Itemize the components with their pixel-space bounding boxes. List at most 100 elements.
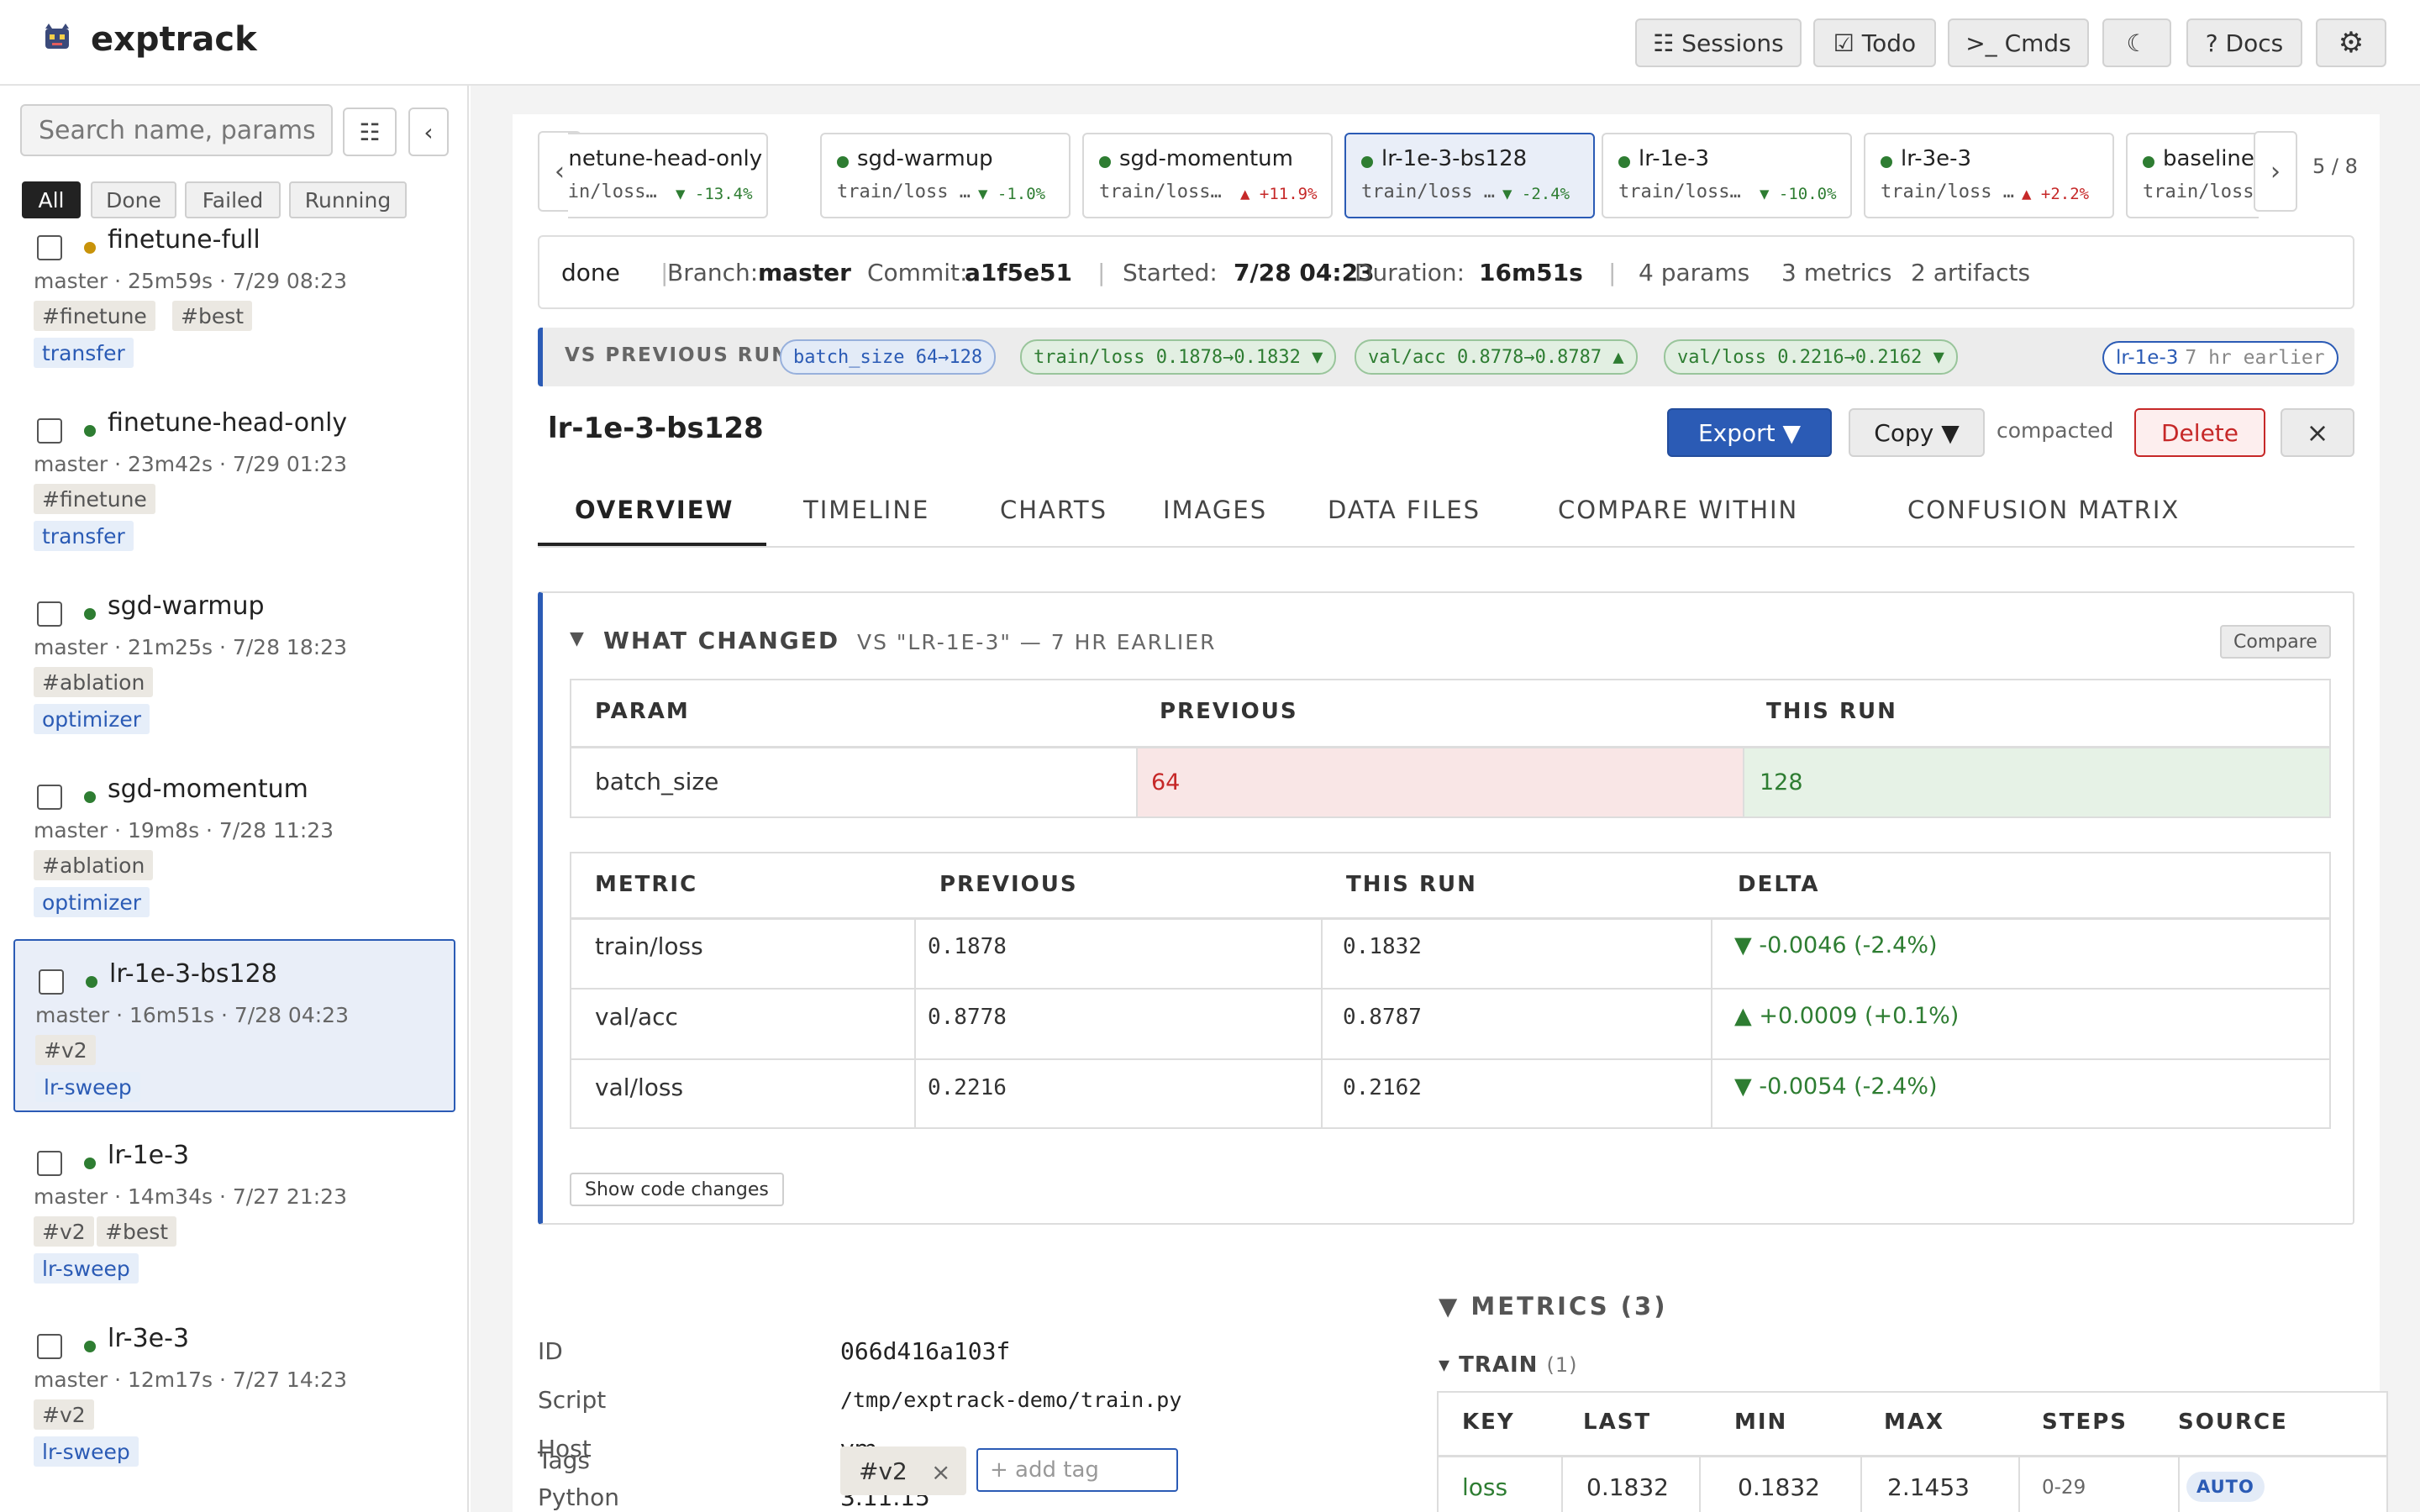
what-changed-subtitle: VS "LR-1E-3" — 7 HR EARLIER bbox=[857, 630, 1217, 654]
commit-value[interactable]: a1f5e51 bbox=[965, 259, 1072, 286]
run-group-badge: transfer bbox=[34, 521, 134, 551]
run-tag: #v2 bbox=[34, 1216, 94, 1247]
card-run-name: sgd-warmup bbox=[857, 146, 993, 171]
todo-button[interactable]: ☑ Todo bbox=[1813, 18, 1936, 67]
run-status-dot bbox=[1361, 156, 1373, 168]
run-status-dot bbox=[84, 242, 96, 254]
started-value: 7/28 04:23 bbox=[1234, 259, 1375, 286]
copy-button[interactable]: Copy ▼ bbox=[1849, 408, 1985, 457]
run-title: lr-1e-3-bs128 bbox=[548, 412, 764, 445]
run-list-item[interactable]: lr-1e-3-bs128 master · 16m51s · 7/28 04:2… bbox=[13, 939, 455, 1112]
metrics-count: 3 metrics bbox=[1781, 259, 1892, 286]
run-select-checkbox[interactable] bbox=[37, 601, 62, 627]
strip-next-button[interactable]: › bbox=[2254, 131, 2297, 212]
run-strip-card[interactable]: sgd-warmup train/loss … ▼ -1.0% bbox=[820, 133, 1071, 218]
metric-name: val/acc bbox=[595, 1003, 678, 1031]
run-sidebar: ☷ ‹ All Done Failed Running finetune-ful… bbox=[0, 86, 469, 1512]
cmds-button[interactable]: >_ Cmds bbox=[1948, 18, 2089, 67]
tab-compare-within[interactable]: COMPARE WITHIN bbox=[1558, 496, 1798, 524]
sessions-button[interactable]: ☷ Sessions bbox=[1635, 18, 1802, 67]
collapse-toggle-icon[interactable]: ▼ bbox=[570, 628, 584, 649]
run-strip-card[interactable]: lr-1e-3 train/loss… ▼ -10.0% bbox=[1602, 133, 1852, 218]
run-tag: #ablation bbox=[34, 667, 154, 697]
tab-data-files[interactable]: DATA FILES bbox=[1328, 496, 1481, 524]
delete-button[interactable]: Delete bbox=[2134, 408, 2265, 457]
run-strip-card[interactable]: finetune-head-only train/loss… ▼ -13.4% bbox=[568, 133, 768, 218]
card-run-name: lr-1e-3-bs128 bbox=[1381, 146, 1528, 171]
metric-last: 0.1832 bbox=[1586, 1473, 1669, 1501]
main-area: ‹ finetune-head-onlytrain/loss…▼ -13.4%s… bbox=[471, 86, 2420, 1512]
docs-button[interactable]: ? Docs bbox=[2186, 18, 2302, 67]
run-status-dot bbox=[1618, 156, 1630, 168]
close-icon[interactable]: × bbox=[2281, 408, 2354, 457]
train-group-title[interactable]: ▾ TRAIN (1) bbox=[1439, 1352, 1577, 1378]
id-label: ID bbox=[538, 1337, 563, 1365]
previous-run-link[interactable]: lr-1e-3 7 hr earlier bbox=[2102, 341, 2338, 375]
metric-this-run-col-header: THIS RUN bbox=[1346, 872, 1477, 897]
run-status-dot bbox=[84, 791, 96, 803]
script-label: Script bbox=[538, 1386, 607, 1414]
run-select-checkbox[interactable] bbox=[37, 418, 62, 444]
remove-tag-icon[interactable]: × bbox=[931, 1458, 950, 1486]
run-status-dot bbox=[84, 425, 96, 437]
column-divider bbox=[1561, 1457, 1563, 1512]
run-tag: #best bbox=[172, 301, 253, 331]
run-strip-card[interactable]: sgd-momentum train/loss… ▲ +11.9% bbox=[1082, 133, 1333, 218]
artifacts-count: 2 artifacts bbox=[1911, 259, 2031, 286]
run-list-item[interactable]: lr-3e-3 master · 12m17s · 7/27 14:23 #v2 lr… bbox=[13, 1305, 455, 1478]
run-select-checkbox[interactable] bbox=[39, 969, 64, 995]
run-list-item[interactable]: sgd-momentum master · 19m8s · 7/28 11:23 #… bbox=[13, 756, 455, 929]
tab-images[interactable]: IMAGES bbox=[1163, 496, 1267, 524]
settings-gear-icon[interactable]: ⚙ bbox=[2316, 18, 2386, 67]
vs-previous-label: VS PREVIOUS RUN bbox=[565, 344, 790, 366]
run-list-item[interactable]: sgd-warmup master · 21m25s · 7/28 18:23 #a… bbox=[13, 573, 455, 746]
run-select-checkbox[interactable] bbox=[37, 785, 62, 810]
metrics-section-title[interactable]: ▼ METRICS (3) bbox=[1439, 1292, 1667, 1320]
theme-toggle-button[interactable]: ☾ bbox=[2102, 18, 2171, 67]
run-strip-card[interactable]: baseline-adam train/loss bbox=[2126, 133, 2259, 218]
param-diff-table: PARAM PREVIOUS THIS RUN batch_size 64 12… bbox=[570, 679, 2331, 818]
run-list-item[interactable]: finetune-head-only master · 23m42s · 7/29… bbox=[13, 390, 455, 563]
view-toggle-icon[interactable]: ☷ bbox=[343, 108, 397, 156]
tab-timeline[interactable]: TIMELINE bbox=[803, 496, 929, 524]
collapse-sidebar-icon[interactable]: ‹ bbox=[408, 108, 449, 156]
run-strip-card[interactable]: lr-1e-3-bs128 train/loss … ▼ -2.4% bbox=[1344, 133, 1595, 218]
run-tag: #ablation bbox=[34, 850, 154, 880]
column-divider bbox=[1860, 1457, 1862, 1512]
diff-chip-train-loss: train/loss 0.1878→0.1832 ▼ bbox=[1020, 339, 1337, 375]
tab-overview[interactable]: OVERVIEW bbox=[575, 496, 734, 524]
add-tag-input[interactable] bbox=[976, 1448, 1178, 1492]
card-metric: train/loss … bbox=[837, 181, 971, 202]
card-run-name: lr-1e-3 bbox=[1639, 146, 1710, 171]
compare-button[interactable]: Compare bbox=[2220, 625, 2331, 659]
run-group-badge: transfer bbox=[34, 338, 134, 368]
run-select-checkbox[interactable] bbox=[37, 1151, 62, 1176]
run-select-checkbox[interactable] bbox=[37, 235, 62, 260]
run-status-dot bbox=[1099, 156, 1111, 168]
run-tag: #v2 bbox=[34, 1399, 94, 1430]
export-button[interactable]: Export ▼ bbox=[1667, 408, 1832, 457]
search-input[interactable] bbox=[20, 104, 333, 156]
diff-chip-val-loss: val/loss 0.2216→0.2162 ▼ bbox=[1664, 339, 1958, 375]
run-status-dot bbox=[86, 976, 97, 988]
run-name: sgd-momentum bbox=[108, 774, 308, 804]
metric-previous-col-header: PREVIOUS bbox=[939, 872, 1078, 897]
metric-key-link[interactable]: loss bbox=[1462, 1473, 1507, 1501]
metrics-col-header: SOURCE bbox=[2178, 1410, 2288, 1435]
run-name: finetune-head-only bbox=[108, 408, 348, 438]
run-strip-card[interactable]: lr-3e-3 train/loss … ▲ +2.2% bbox=[1864, 133, 2114, 218]
column-divider bbox=[2018, 1457, 2020, 1512]
run-detail-panel: ‹ finetune-head-onlytrain/loss…▼ -13.4%s… bbox=[513, 114, 2388, 1512]
tag-label: #v2 bbox=[859, 1457, 908, 1485]
run-info-bar: done | Branch: master Commit: a1f5e51 | … bbox=[538, 235, 2354, 309]
compacted-status: compacted bbox=[1996, 418, 2114, 443]
card-run-name: lr-3e-3 bbox=[1901, 146, 1972, 171]
run-list-item[interactable]: finetune-full master · 25m59s · 7/29 08:2… bbox=[13, 207, 455, 380]
run-select-checkbox[interactable] bbox=[37, 1334, 62, 1359]
tab-charts[interactable]: CHARTS bbox=[1000, 496, 1107, 524]
tab-confusion-matrix[interactable]: CONFUSION MATRIX bbox=[1907, 496, 2180, 524]
show-code-changes-button[interactable]: Show code changes bbox=[570, 1173, 784, 1206]
run-list-item[interactable]: lr-1e-3 master · 14m34s · 7/27 21:23 #v2 #b… bbox=[13, 1122, 455, 1295]
metric-name: val/loss bbox=[595, 1074, 684, 1101]
run-name: finetune-full bbox=[108, 225, 260, 255]
